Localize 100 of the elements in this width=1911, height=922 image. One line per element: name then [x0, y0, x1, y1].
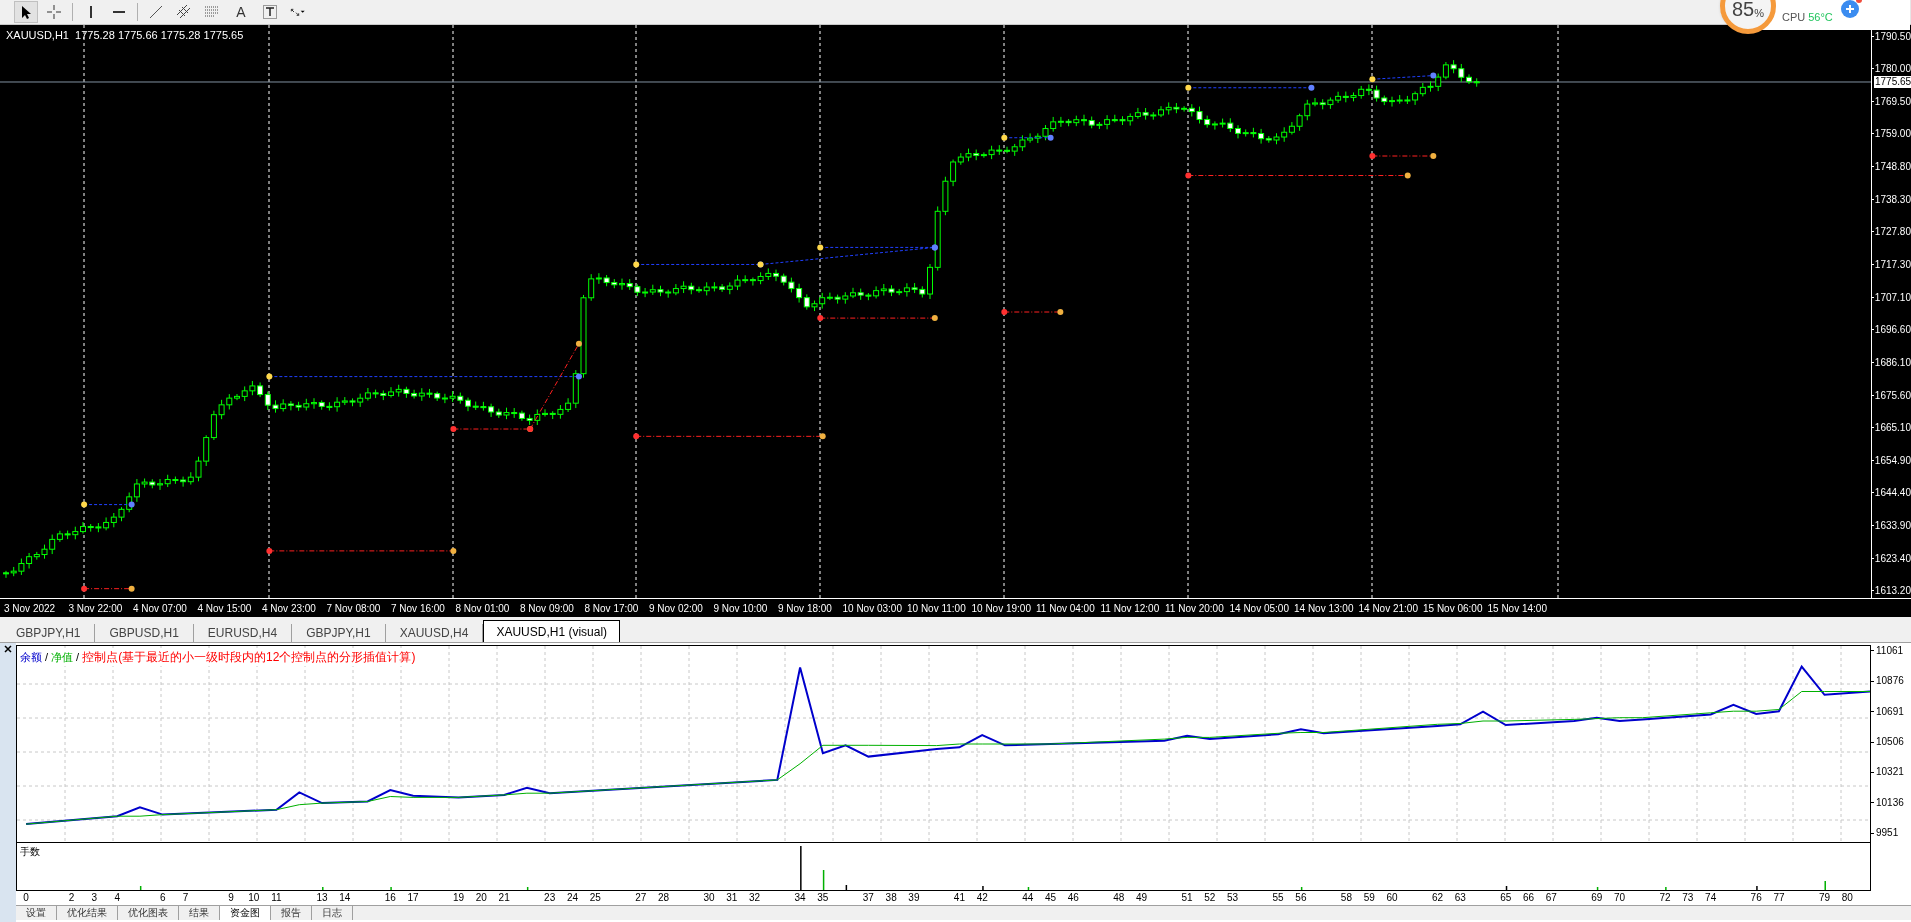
axis-label: 53	[1227, 891, 1239, 904]
axis-label: 10876	[1876, 675, 1904, 688]
load-value: 85	[1732, 0, 1755, 19]
legend-separator: /	[76, 649, 80, 665]
time-label: 8 Nov 01:00	[455, 601, 511, 616]
axis-label: 60	[1386, 891, 1398, 904]
axis-label: 66	[1522, 891, 1535, 904]
axis-label: 80	[1841, 891, 1853, 904]
axis-label: 10321	[1876, 766, 1904, 779]
time-label: 7 Nov 08:00	[326, 601, 382, 616]
tester-tab[interactable]: 优化图表	[118, 906, 179, 920]
horizontal-line-icon	[113, 11, 125, 13]
chart-tab[interactable]: GBPUSD,H1	[95, 624, 194, 642]
time-label: 10 Nov 19:00	[971, 601, 1032, 616]
axis-label: 51	[1181, 891, 1193, 904]
cpu-temperature: 56°C	[1808, 9, 1833, 25]
axis-label: 10691	[1876, 705, 1904, 718]
time-label: 4 Nov 23:00	[262, 601, 317, 616]
legend-label: 净值	[51, 649, 74, 665]
time-label: 8 Nov 09:00	[520, 601, 575, 616]
time-label: 11 Nov 20:00	[1165, 601, 1225, 616]
axis-label: 70	[1614, 891, 1626, 904]
price-label: 1780.00	[1874, 62, 1911, 77]
axis-label: 74	[1705, 891, 1717, 904]
time-label: 9 Nov 02:00	[649, 601, 704, 616]
price-label: 1769.50	[1874, 94, 1911, 109]
axis-label: 32	[749, 891, 761, 904]
axis-label: 9951	[1876, 827, 1899, 840]
axis-label: 52	[1204, 891, 1216, 904]
axis-label: 0	[23, 891, 29, 904]
time-label: 10 Nov 11:00	[907, 601, 967, 616]
axis-label: 31	[726, 891, 738, 904]
tester-tab[interactable]: 资金图	[220, 906, 271, 920]
tester-tab[interactable]: 设置	[16, 906, 57, 920]
time-label: 4 Nov 15:00	[197, 601, 253, 616]
axis-label: 45	[1044, 891, 1057, 904]
price-label: 1613.20	[1874, 584, 1911, 599]
cursor-tool-button[interactable]	[14, 1, 38, 23]
legend-separator: /	[45, 649, 49, 665]
price-label: 1686.10	[1874, 355, 1911, 370]
time-label: 9 Nov 18:00	[778, 601, 833, 616]
axis-label: 41	[953, 891, 965, 904]
tester-tab[interactable]: 报告	[271, 906, 312, 920]
price-label: 1738.30	[1874, 192, 1911, 207]
chart-tab[interactable]: GBPJPY,H1	[2, 624, 96, 642]
tester-tab[interactable]: 优化结果	[57, 906, 118, 920]
text-tool-button[interactable]: A	[228, 1, 254, 23]
axis-label: 77	[1773, 891, 1785, 904]
axis-label: 76	[1750, 891, 1762, 904]
axis-label: 11	[271, 891, 282, 904]
axis-label: 10136	[1876, 796, 1904, 809]
time-label: 8 Nov 17:00	[584, 601, 640, 616]
axis-label: 65	[1500, 891, 1512, 904]
price-label: 1727.80	[1874, 225, 1911, 240]
time-label: 3 Nov 2022	[4, 601, 57, 616]
axis-label: 10	[248, 891, 260, 904]
axis-label: 7	[182, 891, 189, 904]
axis-label: 24	[566, 891, 578, 904]
axis-label: 6	[159, 891, 166, 904]
axis-label: 35	[817, 891, 829, 904]
price-label: 1665.10	[1874, 421, 1911, 436]
time-label: 7 Nov 16:00	[391, 601, 446, 616]
axis-label: 39	[908, 891, 920, 904]
price-label: 1707.10	[1874, 290, 1911, 305]
time-label: 11 Nov 04:00	[1036, 601, 1096, 616]
axis-label: 34	[794, 891, 806, 904]
axis-label: 62	[1431, 891, 1444, 904]
axis-label: 25	[589, 891, 601, 904]
axis-label: 17	[407, 891, 419, 904]
text-label-icon	[262, 4, 278, 20]
trend-line-icon	[148, 4, 164, 20]
axis-label: 58	[1340, 891, 1352, 904]
symbol-info: XAUUSD,H1 1775.28 1775.66 1775.28 1775.65	[6, 28, 244, 43]
chart-tab[interactable]: GBPJPY,H1	[292, 624, 386, 642]
axis-label: 27	[635, 891, 647, 904]
axis-label: 10506	[1876, 736, 1904, 748]
load-unit: %	[1754, 8, 1764, 19]
axis-label: 49	[1136, 891, 1148, 904]
axis-label: 67	[1545, 891, 1557, 904]
axis-label: 63	[1454, 891, 1466, 904]
axis-label: 38	[885, 891, 897, 904]
time-label: 10 Nov 03:00	[842, 601, 903, 616]
legend-label: 余额	[20, 649, 42, 665]
time-label: 15 Nov 14:00	[1487, 601, 1548, 616]
crosshair-icon	[46, 4, 62, 20]
add-icon[interactable]	[1840, 0, 1859, 18]
time-label: 9 Nov 10:00	[713, 601, 769, 616]
time-label: 15 Nov 06:00	[1423, 601, 1484, 616]
axis-label: 4	[114, 891, 120, 904]
price-label: 1790.50	[1874, 29, 1911, 44]
legend-label: 控制点(基于最近的小一级时段内的12个控制点的分形插值计算)	[82, 649, 416, 666]
chart-tab[interactable]: EURUSD,H4	[193, 624, 293, 642]
axis-label: 59	[1363, 891, 1375, 904]
price-label: 1623.40	[1874, 551, 1911, 566]
tester-tab[interactable]: 日志	[312, 906, 353, 920]
chart-tab[interactable]: XAUUSD,H1 (visual)	[483, 620, 621, 642]
axis-label: 46	[1067, 891, 1079, 904]
time-label: 14 Nov 21:00	[1358, 601, 1419, 616]
time-label: 3 Nov 22:00	[68, 601, 124, 616]
lots-label: 手数	[20, 845, 40, 859]
